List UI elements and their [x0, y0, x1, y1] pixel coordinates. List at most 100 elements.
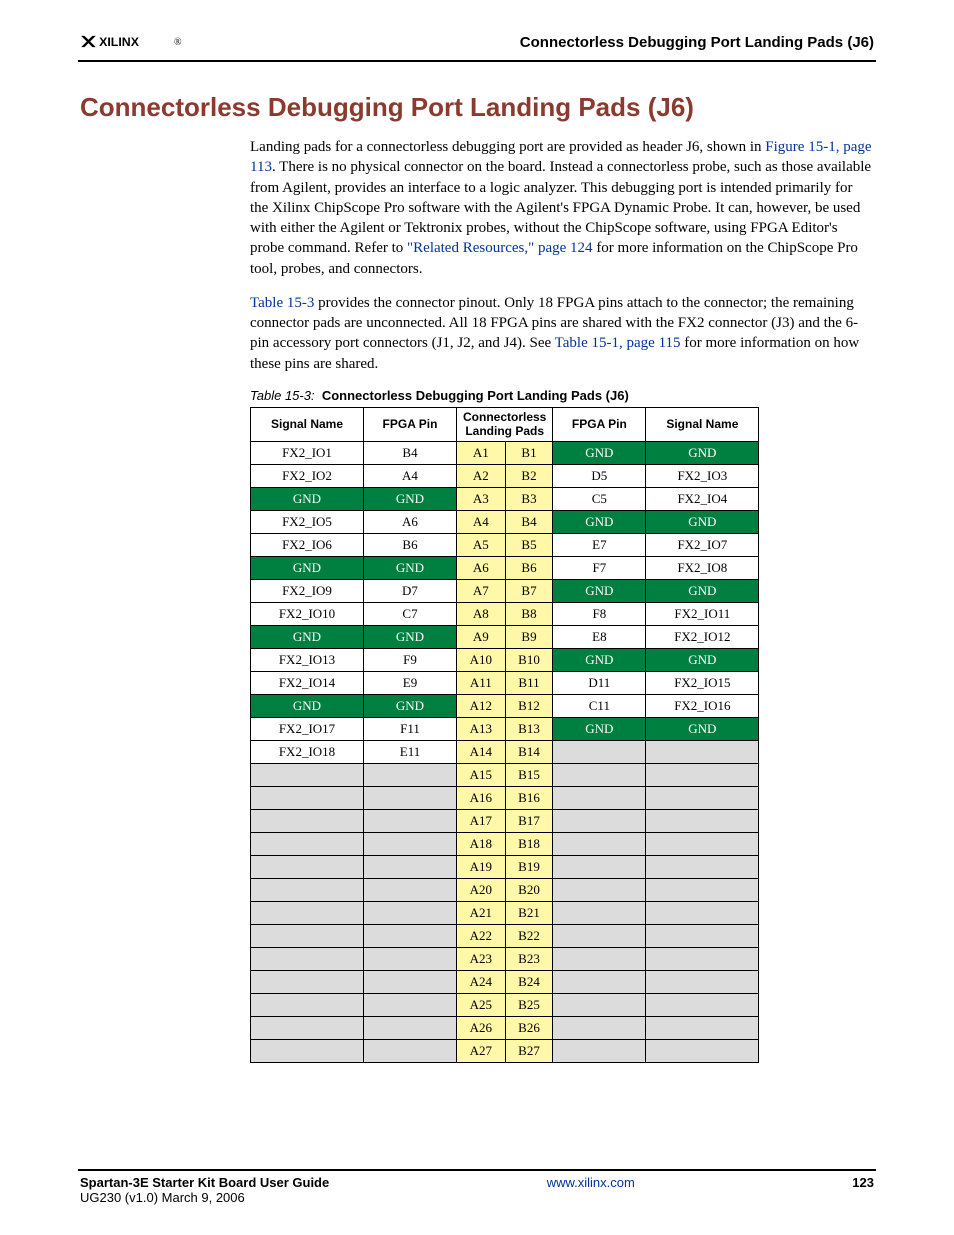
table-row: FX2_IO17F11A13B13GNDGND	[251, 717, 759, 740]
link-table-15-3[interactable]: Table 15-3	[250, 295, 314, 311]
cell-pin-left: GND	[364, 625, 457, 648]
table-row: A16B16	[251, 786, 759, 809]
cell-pad-a: A22	[457, 924, 506, 947]
table-header-row: Signal Name FPGA Pin ConnectorlessLandin…	[251, 407, 759, 441]
cell-pad-b: B6	[505, 556, 553, 579]
cell-pad-a: A3	[457, 487, 506, 510]
link-table-15-1[interactable]: Table 15-1, page 115	[555, 335, 681, 351]
cell-pad-a: A5	[457, 533, 506, 556]
cell-pin-left: A6	[364, 510, 457, 533]
table-row: A18B18	[251, 832, 759, 855]
table-row: FX2_IO13F9A10B10GNDGND	[251, 648, 759, 671]
footer-doc-title: Spartan-3E Starter Kit Board User Guide	[80, 1175, 329, 1190]
cell-pad-a: A14	[457, 740, 506, 763]
cell-pad-a: A4	[457, 510, 506, 533]
cell-pin-right: GND	[553, 648, 646, 671]
header-rule	[78, 60, 876, 62]
table-row: A25B25	[251, 993, 759, 1016]
table-row: A23B23	[251, 947, 759, 970]
table-caption: Table 15-3: Connectorless Debugging Port…	[250, 388, 894, 403]
cell-pad-a: A23	[457, 947, 506, 970]
cell-pin-right	[553, 878, 646, 901]
cell-pin-right	[553, 993, 646, 1016]
cell-pad-b: B5	[505, 533, 553, 556]
table-row: A26B26	[251, 1016, 759, 1039]
table-row: FX2_IO10C7A8B8F8FX2_IO11	[251, 602, 759, 625]
cell-pin-left	[364, 947, 457, 970]
cell-signal-left: FX2_IO17	[251, 717, 364, 740]
cell-pin-left: F11	[364, 717, 457, 740]
table-row: A17B17	[251, 809, 759, 832]
cell-pin-right	[553, 947, 646, 970]
cell-pin-left	[364, 1016, 457, 1039]
table-row: GNDGNDA6B6F7FX2_IO8	[251, 556, 759, 579]
cell-pad-b: B21	[505, 901, 553, 924]
cell-pad-b: B9	[505, 625, 553, 648]
cell-pin-right: F8	[553, 602, 646, 625]
cell-pin-left: GND	[364, 487, 457, 510]
cell-pin-left: B4	[364, 441, 457, 464]
cell-pin-right	[553, 1016, 646, 1039]
cell-pad-a: A8	[457, 602, 506, 625]
th-fpga-pin-right: FPGA Pin	[553, 407, 646, 441]
table-row: GNDGNDA12B12C11FX2_IO16	[251, 694, 759, 717]
cell-signal-right	[646, 1039, 759, 1062]
cell-pin-left	[364, 809, 457, 832]
cell-signal-right	[646, 832, 759, 855]
cell-signal-right	[646, 878, 759, 901]
cell-pad-b: B17	[505, 809, 553, 832]
cell-pin-left: GND	[364, 556, 457, 579]
cell-pad-a: A11	[457, 671, 506, 694]
link-related-resources[interactable]: "Related Resources," page 124	[407, 240, 593, 256]
table-row: FX2_IO18E11A14B14	[251, 740, 759, 763]
cell-pad-a: A9	[457, 625, 506, 648]
cell-pad-b: B13	[505, 717, 553, 740]
cell-pad-a: A21	[457, 901, 506, 924]
pinout-table: Signal Name FPGA Pin ConnectorlessLandin…	[250, 407, 759, 1063]
cell-signal-left	[251, 1016, 364, 1039]
cell-signal-left: GND	[251, 625, 364, 648]
cell-signal-left: FX2_IO5	[251, 510, 364, 533]
footer-rule	[78, 1169, 876, 1171]
cell-pad-b: B23	[505, 947, 553, 970]
table-row: A21B21	[251, 901, 759, 924]
table-row: A15B15	[251, 763, 759, 786]
cell-pad-a: A24	[457, 970, 506, 993]
cell-signal-left: FX2_IO2	[251, 464, 364, 487]
cell-pad-a: A18	[457, 832, 506, 855]
cell-signal-left	[251, 878, 364, 901]
cell-signal-left	[251, 763, 364, 786]
cell-pin-right: D11	[553, 671, 646, 694]
cell-pad-a: A19	[457, 855, 506, 878]
cell-pad-b: B10	[505, 648, 553, 671]
cell-pin-left	[364, 763, 457, 786]
cell-pad-b: B19	[505, 855, 553, 878]
cell-pin-left	[364, 855, 457, 878]
cell-signal-right	[646, 809, 759, 832]
cell-signal-right	[646, 924, 759, 947]
cell-pin-left: GND	[364, 694, 457, 717]
table-row: A27B27	[251, 1039, 759, 1062]
cell-signal-right: GND	[646, 717, 759, 740]
cell-signal-left	[251, 1039, 364, 1062]
footer-link[interactable]: www.xilinx.com	[547, 1175, 635, 1190]
cell-pad-b: B15	[505, 763, 553, 786]
cell-pin-left	[364, 878, 457, 901]
cell-pin-right: E8	[553, 625, 646, 648]
registered-icon: ®	[174, 37, 182, 48]
cell-signal-right	[646, 786, 759, 809]
cell-signal-right	[646, 901, 759, 924]
cell-signal-right	[646, 993, 759, 1016]
cell-pad-b: B12	[505, 694, 553, 717]
cell-pad-a: A13	[457, 717, 506, 740]
cell-pin-left	[364, 901, 457, 924]
cell-signal-left: FX2_IO14	[251, 671, 364, 694]
cell-signal-right: GND	[646, 648, 759, 671]
cell-signal-left: GND	[251, 487, 364, 510]
cell-signal-right: GND	[646, 579, 759, 602]
cell-pad-b: B3	[505, 487, 553, 510]
cell-pin-left	[364, 786, 457, 809]
cell-pad-a: A27	[457, 1039, 506, 1062]
cell-pad-a: A2	[457, 464, 506, 487]
table-row: FX2_IO6B6A5B5E7FX2_IO7	[251, 533, 759, 556]
